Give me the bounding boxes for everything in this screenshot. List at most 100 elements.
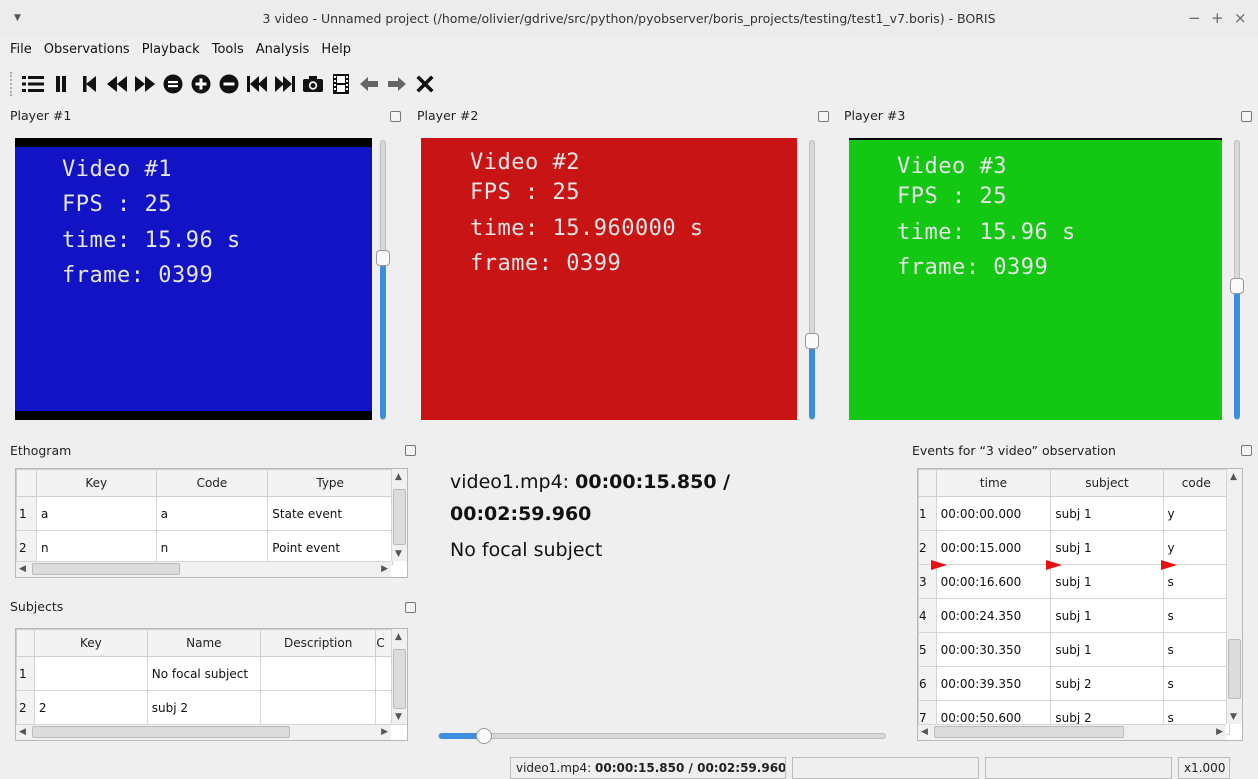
player-3-video[interactable]: Video #3 FPS : 25 time: 15.96 s frame: 0…: [849, 140, 1222, 420]
scroll-down-icon[interactable]: ▼: [395, 549, 402, 559]
minimize-icon[interactable]: −: [1188, 9, 1201, 27]
scrollbar-thumb[interactable]: [393, 489, 406, 545]
event-time-cell[interactable]: 00:00:24.350: [935, 598, 1052, 633]
subject-key-cell[interactable]: 2: [33, 690, 148, 725]
media-position-slider[interactable]: [438, 728, 886, 744]
snapshot-icon[interactable]: [300, 71, 326, 97]
subjects-float-icon[interactable]: [405, 602, 416, 613]
events-col-subject[interactable]: subject: [1050, 469, 1164, 497]
close-observation-icon[interactable]: [412, 71, 438, 97]
player-2-video[interactable]: Video #2 FPS : 25 time: 15.960000 s fram…: [421, 138, 797, 420]
table-row[interactable]: 6 00:00:39.350 subj 2s: [918, 666, 1231, 701]
row-number[interactable]: 1: [16, 656, 35, 691]
pause-icon[interactable]: [48, 71, 74, 97]
player-2-volume-slider[interactable]: [805, 140, 819, 420]
event-time-cell[interactable]: 00:00:16.600: [935, 564, 1052, 599]
ethogram-vertical-scrollbar[interactable]: ▲ ▼: [391, 469, 407, 561]
table-row[interactable]: 1 a a State event: [16, 496, 393, 531]
scroll-down-icon[interactable]: ▼: [395, 712, 402, 722]
scroll-up-icon[interactable]: ▲: [395, 632, 402, 642]
next-media-icon[interactable]: [272, 71, 298, 97]
normal-speed-icon[interactable]: [216, 71, 242, 97]
ethogram-col-type[interactable]: Type: [267, 469, 393, 497]
player-3-volume-slider[interactable]: [1230, 140, 1244, 420]
event-subject-cell[interactable]: subj 1: [1050, 496, 1164, 531]
row-number[interactable]: 1: [918, 496, 937, 531]
menu-playback[interactable]: Playback: [142, 42, 200, 57]
subject-name-cell[interactable]: No focal subject: [146, 656, 261, 691]
player-1-float-icon[interactable]: [390, 111, 401, 122]
media-position-handle[interactable]: [476, 728, 492, 744]
scroll-up-icon[interactable]: ▲: [395, 472, 402, 482]
player-1-volume-slider[interactable]: [376, 140, 390, 420]
frame-by-frame-icon[interactable]: [328, 71, 354, 97]
close-window-icon[interactable]: ×: [1234, 9, 1247, 27]
event-code-cell[interactable]: s: [1162, 598, 1231, 633]
ethogram-key-cell[interactable]: n: [35, 530, 157, 565]
scroll-right-icon[interactable]: ▶: [1216, 727, 1223, 737]
event-subject-cell[interactable]: subj 1: [1050, 564, 1164, 599]
jump-back-icon[interactable]: [356, 71, 382, 97]
player-2-volume-handle[interactable]: [805, 333, 819, 349]
ethogram-code-cell[interactable]: n: [155, 530, 269, 565]
table-row[interactable]: 1 No focal subject: [16, 656, 407, 691]
table-row[interactable]: 3 00:00:16.600 subj 1s: [918, 564, 1231, 599]
events-col-time[interactable]: time: [935, 469, 1052, 497]
events-horizontal-scrollbar[interactable]: ◀ ▶: [918, 724, 1226, 740]
jump-forward-icon[interactable]: [384, 71, 410, 97]
subjects-horizontal-scrollbar[interactable]: ◀ ▶: [16, 724, 391, 740]
subjects-col-name[interactable]: Name: [146, 629, 261, 657]
scrollbar-thumb[interactable]: [393, 649, 406, 709]
ethogram-col-code[interactable]: Code: [155, 469, 269, 497]
table-row[interactable]: 5 00:00:30.350 subj 1s: [918, 632, 1231, 667]
table-row[interactable]: 1 00:00:00.000 subj 1y: [918, 496, 1231, 531]
rewind-icon[interactable]: [104, 71, 130, 97]
menu-help[interactable]: Help: [321, 42, 351, 57]
ethogram-col-key[interactable]: Key: [35, 469, 157, 497]
player-3-float-icon[interactable]: [1241, 111, 1252, 122]
scroll-left-icon[interactable]: ◀: [19, 727, 26, 737]
subjects-col-description[interactable]: Description: [259, 629, 377, 657]
increase-speed-icon[interactable]: [188, 71, 214, 97]
ethogram-horizontal-scrollbar[interactable]: ◀ ▶: [16, 561, 391, 577]
event-code-cell[interactable]: y: [1162, 496, 1231, 531]
ethogram-type-cell[interactable]: State event: [267, 496, 393, 531]
event-subject-cell[interactable]: subj 2: [1050, 666, 1164, 701]
event-code-cell[interactable]: s: [1162, 632, 1231, 667]
scroll-down-icon[interactable]: ▼: [1230, 712, 1237, 722]
row-number[interactable]: 5: [918, 632, 937, 667]
event-time-cell[interactable]: 00:00:15.000: [935, 530, 1052, 565]
menu-tools[interactable]: Tools: [212, 42, 244, 57]
scroll-right-icon[interactable]: ▶: [381, 727, 388, 737]
subject-name-cell[interactable]: subj 2: [146, 690, 261, 725]
scroll-left-icon[interactable]: ◀: [921, 727, 928, 737]
events-float-icon[interactable]: [1241, 445, 1252, 456]
list-icon[interactable]: [20, 71, 46, 97]
table-row[interactable]: 4 00:00:24.350 subj 1s: [918, 598, 1231, 633]
ethogram-type-cell[interactable]: Point event: [267, 530, 393, 565]
player-1-video[interactable]: Video #1 FPS : 25 time: 15.96 s frame: 0…: [15, 147, 372, 411]
toolbar-grip[interactable]: [10, 72, 14, 96]
row-number[interactable]: 2: [16, 530, 37, 565]
subject-description-cell[interactable]: [259, 656, 377, 691]
event-time-cell[interactable]: 00:00:00.000: [935, 496, 1052, 531]
player-3-volume-handle[interactable]: [1230, 278, 1244, 294]
scrollbar-thumb[interactable]: [32, 563, 180, 575]
ethogram-key-cell[interactable]: a: [35, 496, 157, 531]
player-1-volume-handle[interactable]: [376, 250, 390, 266]
decrease-speed-icon[interactable]: [160, 71, 186, 97]
event-subject-cell[interactable]: subj 1: [1050, 632, 1164, 667]
row-number[interactable]: 2: [16, 690, 35, 725]
event-subject-cell[interactable]: subj 1: [1050, 530, 1164, 565]
table-row[interactable]: 2 n n Point event: [16, 530, 393, 565]
scrollbar-thumb[interactable]: [934, 726, 1124, 738]
table-row[interactable]: 2 00:00:15.000 subj 1y: [918, 530, 1231, 565]
menu-file[interactable]: File: [10, 42, 32, 57]
subject-key-cell[interactable]: [33, 656, 148, 691]
scrollbar-thumb[interactable]: [32, 726, 290, 738]
event-code-cell[interactable]: s: [1162, 666, 1231, 701]
events-vertical-scrollbar[interactable]: ▲ ▼: [1226, 469, 1242, 724]
fast-forward-icon[interactable]: [132, 71, 158, 97]
player-2-float-icon[interactable]: [818, 111, 829, 122]
event-time-cell[interactable]: 00:00:39.350: [935, 666, 1052, 701]
